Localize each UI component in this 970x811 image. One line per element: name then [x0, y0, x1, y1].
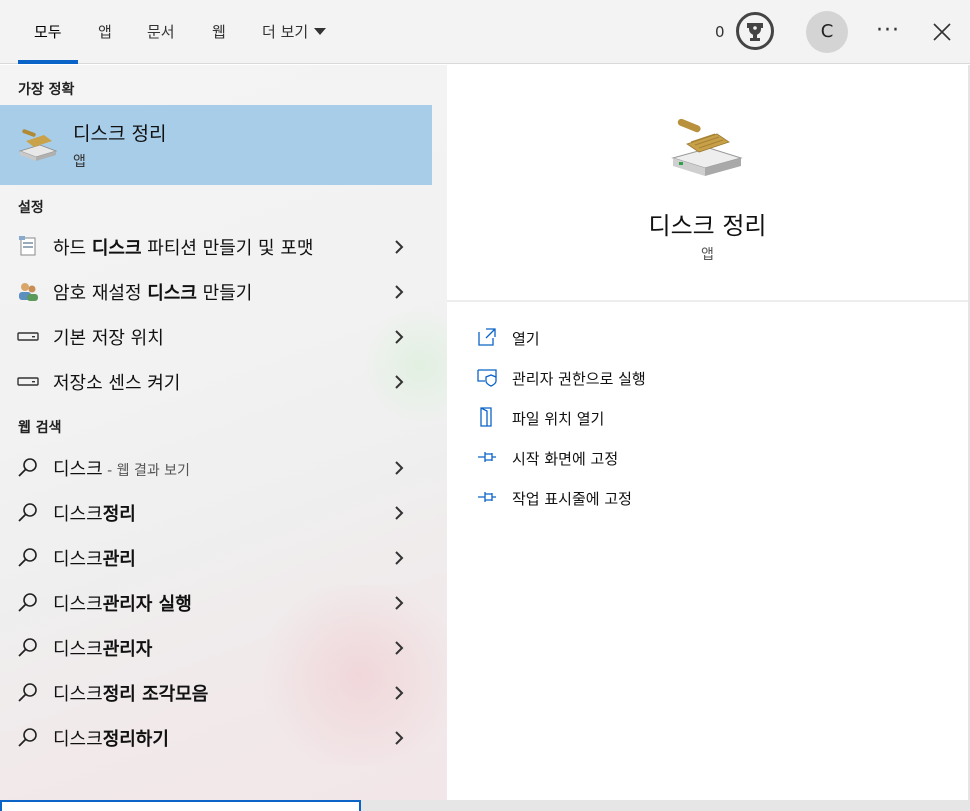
settings-item-label: 하드 디스크 파티션 만들기 및 포맷 — [53, 238, 314, 259]
trophy-icon[interactable] — [736, 12, 774, 50]
action-open-file-location[interactable]: 파일 위치 열기 — [477, 403, 937, 433]
action-label: 시작 화면에 고정 — [512, 450, 619, 468]
chevron-right-icon — [395, 506, 404, 520]
divider — [447, 300, 968, 302]
settings-item-default-save[interactable]: 기본 저장 위치 — [0, 314, 432, 359]
search-icon — [18, 683, 37, 702]
web-result-item[interactable]: 디스크정리하기 — [0, 715, 432, 760]
tab-more-label: 더 보기 — [262, 23, 309, 41]
chevron-right-icon — [395, 686, 404, 700]
web-search-heading: 웹 검색 — [18, 420, 62, 436]
chevron-right-icon — [395, 375, 404, 389]
tab-apps[interactable]: 앱 — [98, 0, 112, 64]
settings-item-password-reset[interactable]: 암호 재설정 디스크 만들기 — [0, 269, 432, 314]
best-match-title: 디스크 정리 — [73, 123, 167, 145]
chevron-right-icon — [395, 731, 404, 745]
action-run-as-admin[interactable]: 관리자 권한으로 실행 — [477, 363, 937, 393]
disk-cleanup-icon — [18, 129, 58, 161]
tab-documents[interactable]: 문서 — [147, 0, 175, 64]
settings-item-partition[interactable]: 하드 디스크 파티션 만들기 및 포맷 — [0, 224, 432, 269]
chevron-right-icon — [395, 596, 404, 610]
detail-title: 디스크 정리 — [648, 212, 767, 240]
users-icon — [19, 283, 38, 301]
web-result-label: 디스크관리 — [53, 549, 136, 570]
action-label: 열기 — [512, 330, 540, 348]
search-input[interactable] — [0, 800, 361, 811]
detail-subtitle: 앱 — [701, 247, 714, 263]
settings-item-label: 저장소 센스 켜기 — [53, 373, 181, 394]
drive-icon — [17, 377, 39, 386]
settings-item-label: 암호 재설정 디스크 만들기 — [53, 283, 253, 304]
web-result-label: 디스크관리자 실행 — [53, 594, 192, 615]
search-icon — [18, 548, 37, 567]
chevron-right-icon — [395, 330, 404, 344]
search-icon — [18, 593, 37, 612]
web-result-item[interactable]: 디스크정리 조각모음 — [0, 670, 432, 715]
shield-icon — [477, 369, 497, 387]
web-result-item[interactable]: 디스크관리 — [0, 535, 432, 580]
chevron-right-icon — [395, 461, 404, 475]
pin-icon — [478, 452, 496, 462]
settings-item-storage-sense[interactable]: 저장소 센스 켜기 — [0, 359, 432, 404]
chevron-right-icon — [395, 641, 404, 655]
web-result-item[interactable]: 디스크관리자 실행 — [0, 580, 432, 625]
web-result-label: 디스크정리 조각모음 — [53, 684, 209, 705]
tab-more[interactable]: 더 보기 — [262, 0, 327, 64]
action-pin-to-taskbar[interactable]: 작업 표시줄에 고정 — [477, 483, 937, 513]
action-label: 파일 위치 열기 — [512, 410, 605, 428]
partition-icon — [19, 236, 36, 256]
tab-web[interactable]: 웹 — [212, 0, 226, 64]
avatar[interactable]: C — [806, 11, 848, 53]
best-match-heading: 가장 정확 — [18, 82, 75, 98]
disk-cleanup-icon — [671, 118, 743, 176]
search-icon — [18, 638, 37, 657]
best-match-item[interactable]: 디스크 정리 앱 — [0, 105, 432, 185]
detail-panel: 디스크 정리 앱 열기 관리자 권한으로 실행 파일 위치 열기 시작 화면에 … — [447, 80, 968, 800]
action-label: 작업 표시줄에 고정 — [512, 490, 632, 508]
chevron-right-icon — [395, 240, 404, 254]
tab-all[interactable]: 모두 — [18, 0, 78, 64]
file-location-icon — [480, 407, 492, 427]
web-result-label: 디스크관리자 — [53, 639, 153, 660]
chevron-right-icon — [395, 551, 404, 565]
search-icon — [18, 503, 37, 522]
best-match-subtitle: 앱 — [73, 154, 86, 170]
search-filter-bar: 모두 앱 문서 웹 더 보기 0 C ··· — [0, 0, 970, 64]
web-result-label: 디스크정리하기 — [53, 729, 169, 750]
pin-icon — [478, 492, 496, 502]
caret-down-icon — [314, 28, 327, 35]
web-result-label: 디스크정리 — [53, 504, 136, 525]
web-result-item[interactable]: 디스크정리 — [0, 490, 432, 535]
web-result-item[interactable]: 디스크관리자 — [0, 625, 432, 670]
drive-icon — [17, 332, 39, 341]
settings-item-label: 기본 저장 위치 — [53, 328, 164, 349]
settings-heading: 설정 — [18, 200, 44, 216]
search-icon — [18, 728, 37, 747]
action-label: 관리자 권한으로 실행 — [512, 370, 646, 388]
results-panel: 가장 정확 디스크 정리 앱 설정 하드 디스크 파티션 만들기 및 포맷 암호… — [0, 65, 480, 800]
action-pin-to-start[interactable]: 시작 화면에 고정 — [477, 443, 937, 473]
open-icon — [478, 328, 496, 346]
web-result-item[interactable]: 디스크 - 웹 결과 보기 — [0, 445, 432, 490]
rewards-points: 0 — [715, 23, 725, 41]
more-options-button[interactable]: ··· — [876, 0, 900, 62]
chevron-right-icon — [395, 285, 404, 299]
action-open[interactable]: 열기 — [477, 323, 937, 353]
search-icon — [18, 458, 37, 477]
close-icon[interactable] — [930, 20, 954, 44]
web-result-label: 디스크 - 웹 결과 보기 — [53, 459, 190, 480]
